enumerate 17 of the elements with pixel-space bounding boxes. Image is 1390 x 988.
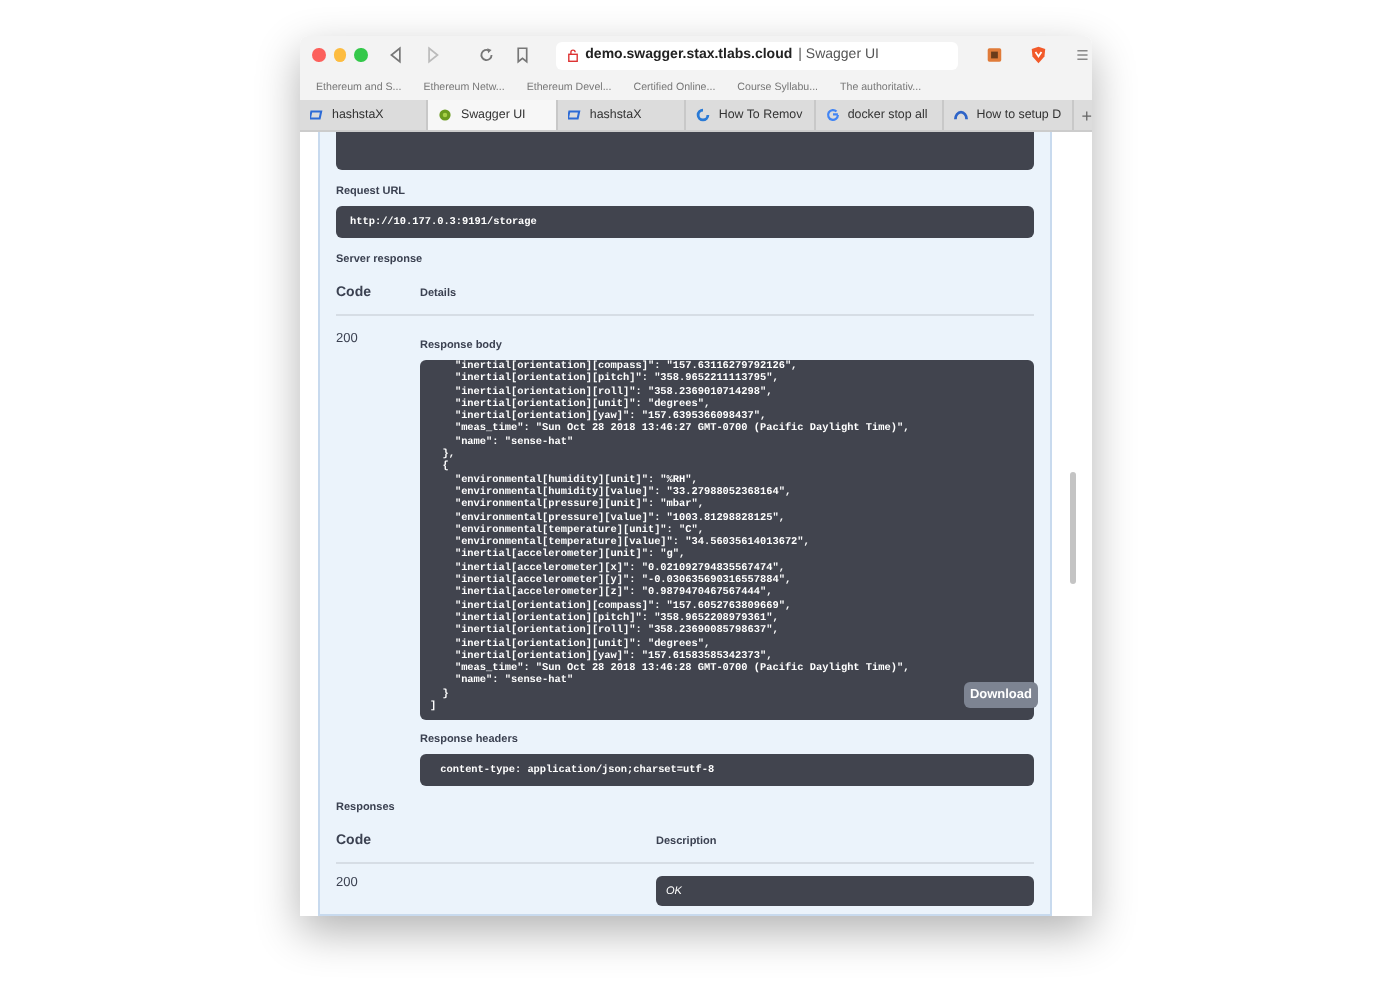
scrollbar-thumb[interactable] bbox=[1069, 472, 1075, 584]
new-tab-button[interactable]: + bbox=[1073, 105, 1092, 125]
arch-icon bbox=[954, 108, 969, 122]
bookmark-icon[interactable] bbox=[514, 46, 532, 64]
zoom-icon[interactable] bbox=[354, 48, 368, 62]
square-logo-icon bbox=[567, 108, 582, 122]
back-icon[interactable] bbox=[387, 46, 405, 64]
close-icon[interactable] bbox=[312, 48, 326, 62]
swagger-logo-icon bbox=[438, 108, 453, 122]
menu-icon[interactable] bbox=[1074, 46, 1092, 64]
g-logo-icon bbox=[825, 108, 840, 122]
forward-icon[interactable] bbox=[424, 46, 442, 64]
shield-icon[interactable] bbox=[1030, 46, 1047, 64]
square-logo-icon bbox=[310, 108, 324, 122]
lock-icon bbox=[565, 48, 580, 62]
extension-icon[interactable] bbox=[985, 46, 1003, 64]
reload-icon[interactable] bbox=[477, 46, 495, 64]
